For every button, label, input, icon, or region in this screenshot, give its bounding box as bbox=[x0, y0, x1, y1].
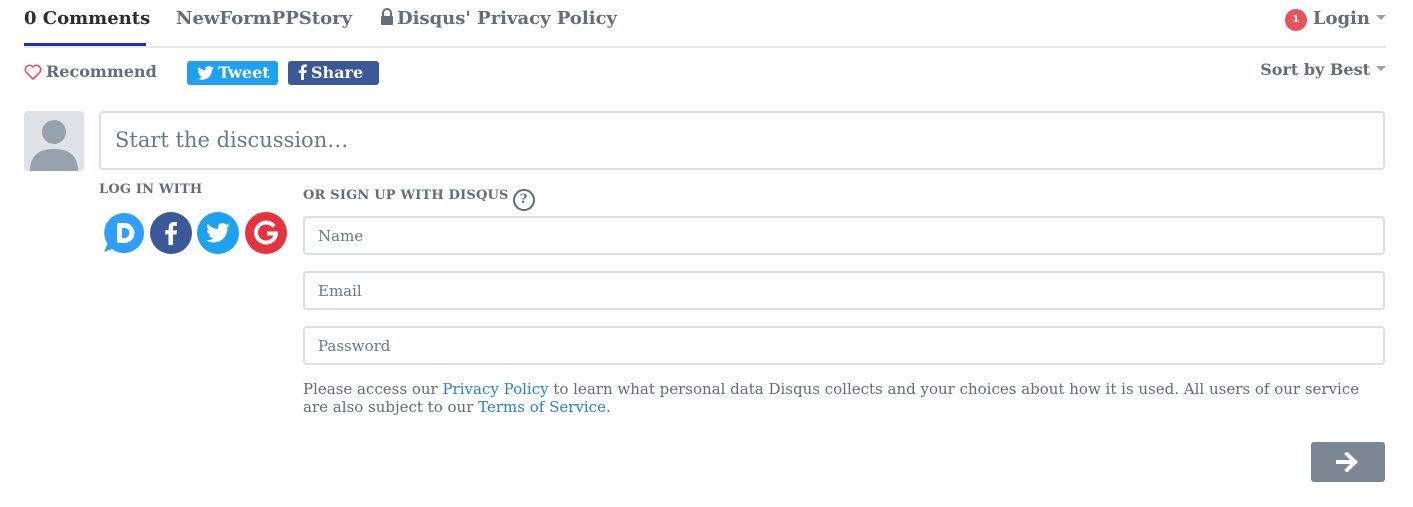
login-menu[interactable]: 1 Login bbox=[1284, 8, 1386, 31]
recommend-label: Recommend bbox=[46, 62, 157, 81]
policy-text-1: Please access our bbox=[303, 380, 443, 398]
email-field[interactable] bbox=[303, 271, 1385, 310]
chevron-down-icon bbox=[1376, 15, 1386, 20]
recommend-button[interactable]: Recommend bbox=[24, 62, 157, 81]
signup-label: OR SIGN UP WITH DISQUS? bbox=[303, 188, 535, 211]
policy-text-3: . bbox=[605, 398, 611, 416]
share-button[interactable]: Share bbox=[288, 61, 379, 85]
tweet-label: Tweet bbox=[218, 63, 270, 82]
login-with-label: LOG IN WITH bbox=[99, 182, 203, 197]
name-field[interactable] bbox=[303, 216, 1385, 255]
facebook-icon bbox=[150, 212, 192, 254]
avatar bbox=[24, 111, 84, 171]
help-icon[interactable]: ? bbox=[512, 189, 535, 211]
disqus-icon bbox=[104, 213, 144, 253]
heart-icon bbox=[24, 64, 42, 80]
lock-icon bbox=[380, 8, 394, 31]
terms-of-service-link[interactable]: Terms of Service bbox=[478, 398, 606, 416]
chevron-down-icon bbox=[1376, 66, 1386, 71]
google-login-button[interactable] bbox=[245, 212, 287, 254]
google-icon bbox=[245, 212, 287, 254]
active-tab-indicator bbox=[24, 43, 146, 46]
twitter-login-button[interactable] bbox=[197, 212, 239, 254]
sort-label: Sort by Best bbox=[1260, 60, 1370, 79]
privacy-policy-link[interactable]: Privacy Policy bbox=[442, 380, 548, 398]
facebook-login-button[interactable] bbox=[150, 212, 192, 254]
password-field[interactable] bbox=[303, 326, 1385, 365]
facebook-f-icon bbox=[298, 64, 307, 80]
submit-button[interactable] bbox=[1311, 442, 1385, 482]
tweet-button[interactable]: Tweet bbox=[187, 61, 278, 85]
signup-label-text: OR SIGN UP WITH DISQUS bbox=[303, 188, 509, 203]
share-label: Share bbox=[311, 63, 364, 82]
twitter-icon bbox=[197, 212, 239, 254]
tab-community[interactable]: NewFormPPStory bbox=[176, 8, 352, 29]
tab-comments[interactable]: 0 Comments bbox=[24, 8, 150, 29]
twitter-bird-icon bbox=[197, 66, 214, 80]
privacy-notice: Please access our Privacy Policy to lear… bbox=[303, 380, 1385, 416]
disqus-widget: 0 Comments NewFormPPStory Disqus' Privac… bbox=[0, 0, 1413, 507]
login-label: Login bbox=[1312, 8, 1370, 29]
sort-dropdown[interactable]: Sort by Best bbox=[1260, 60, 1386, 79]
default-user-icon bbox=[30, 120, 78, 171]
top-nav: 0 Comments NewFormPPStory Disqus' Privac… bbox=[24, 0, 1386, 48]
privacy-policy-label: Disqus' Privacy Policy bbox=[397, 8, 617, 29]
notification-badge: 1 bbox=[1284, 9, 1307, 31]
comment-textbox[interactable]: Start the discussion… bbox=[99, 111, 1385, 170]
disqus-login-button[interactable] bbox=[103, 212, 145, 254]
arrow-right-icon bbox=[1336, 452, 1358, 472]
tab-privacy-policy[interactable]: Disqus' Privacy Policy bbox=[380, 8, 617, 31]
